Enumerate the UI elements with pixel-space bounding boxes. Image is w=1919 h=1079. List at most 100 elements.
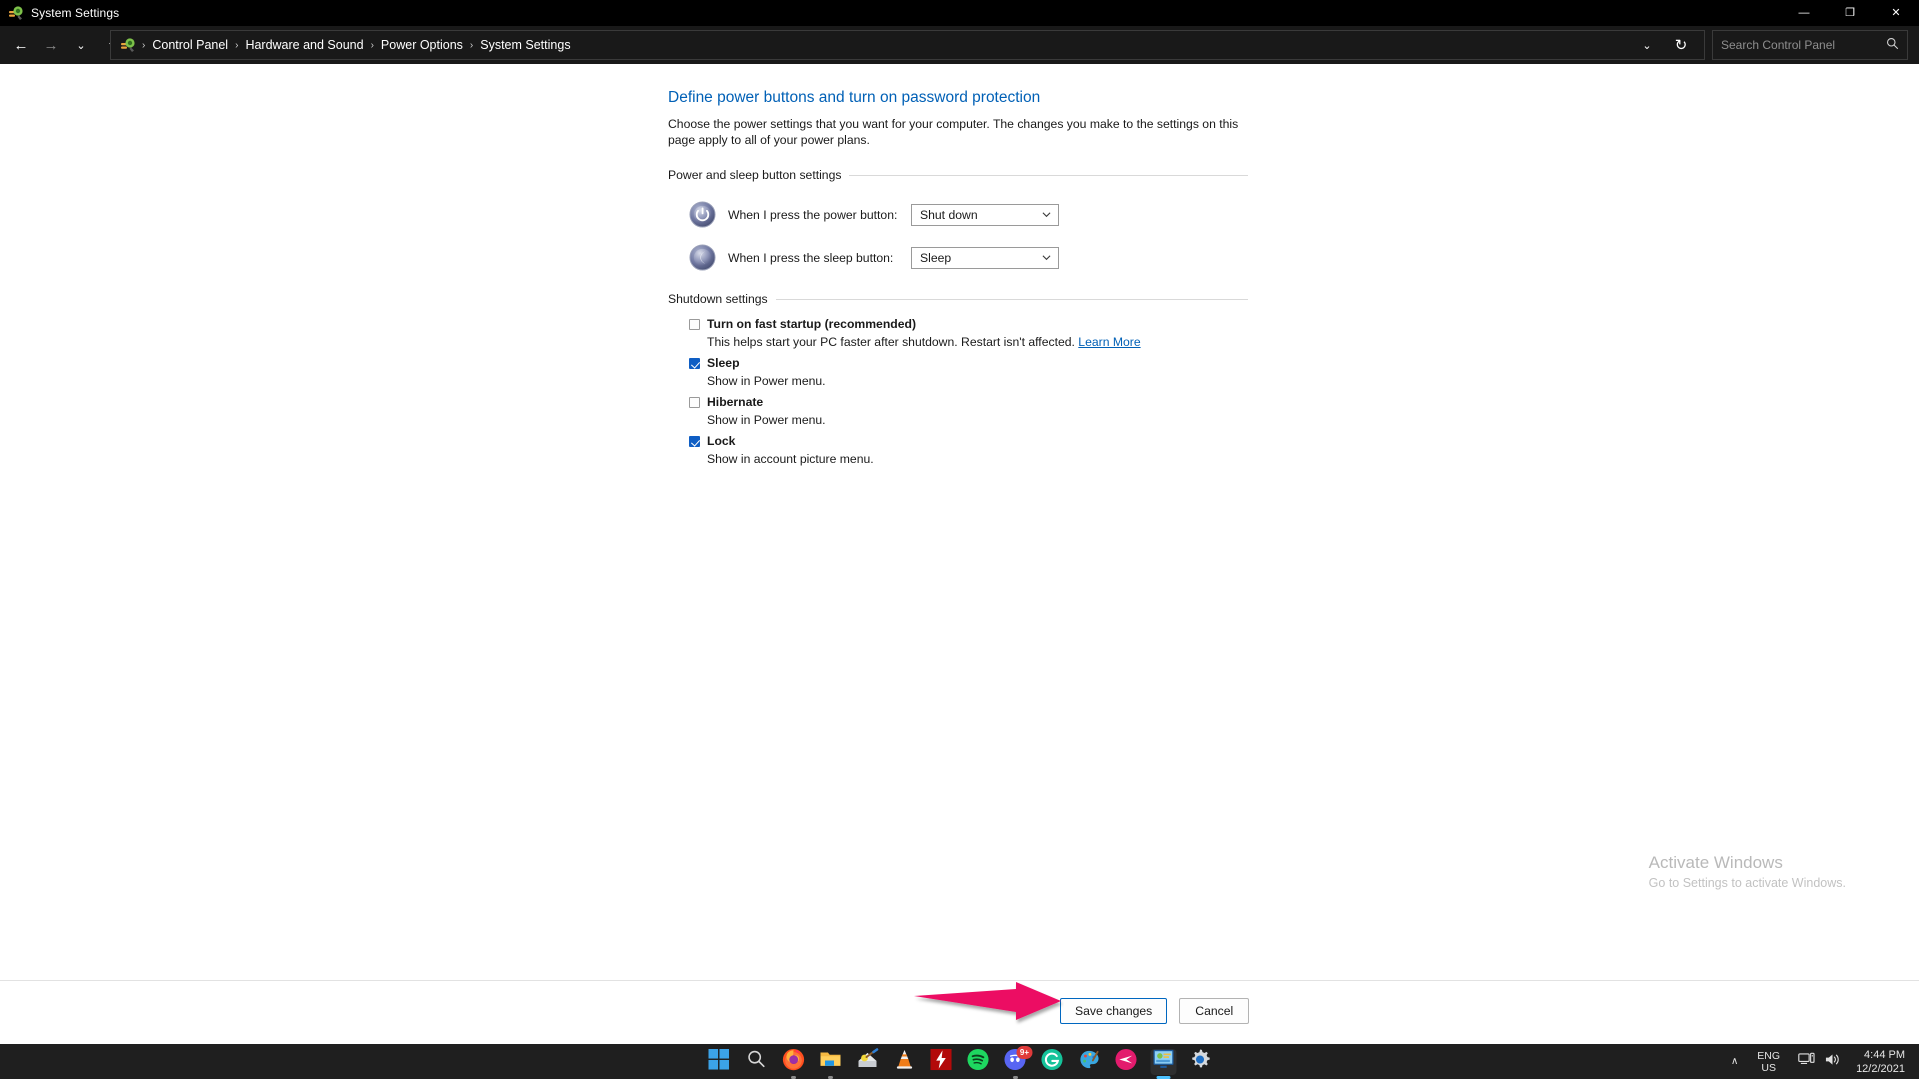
firefox-icon <box>781 1047 805 1076</box>
sleep-button-action-value: Sleep <box>920 250 952 265</box>
maximize-restore-button[interactable]: ❐ <box>1827 0 1873 26</box>
control-panel-icon <box>1152 1049 1174 1074</box>
search-icon <box>746 1049 766 1074</box>
control-panel-taskbar-icon[interactable] <box>1150 1048 1176 1079</box>
spotify-icon <box>967 1048 990 1076</box>
paint-3d-taskbar-icon[interactable] <box>1076 1049 1102 1075</box>
breadcrumb-separator: › <box>235 39 239 51</box>
taskbar-items: 9+ <box>706 1044 1213 1079</box>
breadcrumb-separator: › <box>142 39 146 51</box>
divider <box>775 298 1248 300</box>
running-indicator <box>1012 1075 1018 1079</box>
power-button-setting-row: When I press the power button: Shut down <box>668 193 1248 236</box>
control-panel-icon <box>120 37 136 53</box>
window-controls: — ❐ ✕ <box>1781 0 1919 26</box>
active-indicator <box>1156 1075 1170 1079</box>
window-title: System Settings <box>31 6 120 20</box>
fast-startup-label: Turn on fast startup (recommended) <box>707 317 917 331</box>
search-control-panel-box[interactable] <box>1712 30 1908 60</box>
folder-icon <box>818 1047 842 1076</box>
windows-logo-icon <box>708 1048 730 1075</box>
grammarly-taskbar-icon[interactable] <box>1039 1048 1065 1075</box>
control-panel-icon <box>8 5 24 21</box>
shutdown-settings-group: Shutdown settings Turn on fast startup (… <box>668 292 1248 467</box>
paint-taskbar-icon[interactable] <box>854 1048 880 1075</box>
network-icon[interactable] <box>1798 1052 1815 1072</box>
flash-app-taskbar-icon[interactable] <box>928 1048 954 1075</box>
power-group-heading: Power and sleep button settings <box>668 168 1248 182</box>
breadcrumb-power-options[interactable]: Power Options <box>376 36 468 54</box>
lock-label: Lock <box>707 434 736 448</box>
discord-notification-badge: 9+ <box>1016 1045 1032 1059</box>
volume-icon[interactable] <box>1824 1052 1841 1072</box>
shutdown-group-heading-label: Shutdown settings <box>668 292 768 306</box>
file-explorer-taskbar-icon[interactable] <box>817 1047 843 1079</box>
cancel-button[interactable]: Cancel <box>1179 998 1250 1024</box>
settings-taskbar-icon[interactable] <box>1187 1049 1213 1075</box>
breadcrumb-separator: › <box>370 39 374 51</box>
chevron-down-icon[interactable]: ⌄ <box>1630 30 1664 60</box>
search-input[interactable] <box>1721 38 1882 52</box>
spotify-taskbar-icon[interactable] <box>965 1048 991 1076</box>
shutdown-group-heading: Shutdown settings <box>668 292 1248 306</box>
taskbar: 9+ ∧ ENG US 4:44 PM 12/2/2021 <box>0 1044 1919 1079</box>
chevron-down-icon <box>1042 252 1051 262</box>
search-button[interactable] <box>743 1049 769 1075</box>
power-button-icon <box>689 201 716 228</box>
address-bar[interactable]: › Control Panel › Hardware and Sound › P… <box>110 30 1705 60</box>
firefox-taskbar-icon[interactable] <box>780 1047 806 1079</box>
hibernate-checkbox[interactable] <box>689 397 700 408</box>
hibernate-description: Show in Power menu. <box>707 413 826 427</box>
language-indicator[interactable]: ENG US <box>1748 1050 1789 1074</box>
messaging-app-taskbar-icon[interactable] <box>1113 1048 1139 1076</box>
content-pane: Define power buttons and turn on passwor… <box>0 64 1919 980</box>
sleep-button-action-dropdown[interactable]: Sleep <box>911 246 1059 269</box>
recent-locations-button[interactable]: ⌄ <box>66 30 96 60</box>
hibernate-label: Hibernate <box>707 395 764 409</box>
show-hidden-icons-button[interactable]: ∧ <box>1721 1056 1748 1067</box>
lock-row[interactable]: Lock <box>689 434 1248 450</box>
forward-button[interactable]: → <box>36 30 66 60</box>
running-indicator <box>827 1075 833 1079</box>
power-group-heading-label: Power and sleep button settings <box>668 168 842 182</box>
system-tray: ∧ ENG US 4:44 PM 12/2/2021 <box>1721 1044 1919 1079</box>
divider <box>849 174 1248 176</box>
language-line-1: ENG <box>1757 1049 1781 1062</box>
lock-checkbox[interactable] <box>689 436 700 447</box>
address-bar-actions: ⌄ ↻ <box>1624 30 1698 60</box>
sleep-description: Show in Power menu. <box>707 374 826 388</box>
sleep-checkbox[interactable] <box>689 358 700 369</box>
breadcrumb-separator: › <box>469 39 474 51</box>
gear-icon <box>1189 1048 1212 1076</box>
close-button[interactable]: ✕ <box>1873 0 1919 26</box>
minimize-button[interactable]: — <box>1781 0 1827 26</box>
start-button[interactable] <box>706 1048 732 1075</box>
fast-startup-checkbox[interactable] <box>689 319 700 330</box>
refresh-icon[interactable]: ↻ <box>1664 30 1698 60</box>
fast-startup-description: This helps start your PC faster after sh… <box>707 335 1248 350</box>
footer-buttons: Save changes Cancel <box>1060 998 1250 1024</box>
running-indicator <box>790 1075 796 1079</box>
hibernate-row[interactable]: Hibernate <box>689 395 1248 411</box>
search-icon[interactable] <box>1886 37 1899 53</box>
sleep-label: Sleep <box>707 356 740 370</box>
settings-page: Define power buttons and turn on passwor… <box>668 88 1248 473</box>
send-icon <box>1115 1048 1138 1076</box>
back-button[interactable]: ← <box>6 30 36 60</box>
learn-more-link[interactable]: Learn More <box>1078 335 1140 349</box>
clock[interactable]: 4:44 PM 12/2/2021 <box>1850 1048 1919 1076</box>
fast-startup-row[interactable]: Turn on fast startup (recommended) <box>689 317 1248 333</box>
tray-icon-group[interactable] <box>1789 1052 1850 1072</box>
save-changes-button[interactable]: Save changes <box>1060 998 1168 1024</box>
power-button-action-value: Shut down <box>920 207 978 222</box>
discord-taskbar-icon[interactable]: 9+ <box>1002 1045 1032 1079</box>
language-line-2: US <box>1761 1061 1776 1074</box>
breadcrumb-hardware-and-sound[interactable]: Hardware and Sound <box>240 36 368 54</box>
breadcrumb-system-settings[interactable]: System Settings <box>475 36 575 54</box>
breadcrumb-control-panel[interactable]: Control Panel <box>147 36 233 54</box>
sleep-row[interactable]: Sleep <box>689 356 1248 372</box>
power-and-sleep-group: Power and sleep button settings When I p… <box>668 168 1248 279</box>
vlc-taskbar-icon[interactable] <box>891 1049 917 1075</box>
page-description: Choose the power settings that you want … <box>668 117 1239 147</box>
power-button-action-dropdown[interactable]: Shut down <box>911 203 1059 226</box>
